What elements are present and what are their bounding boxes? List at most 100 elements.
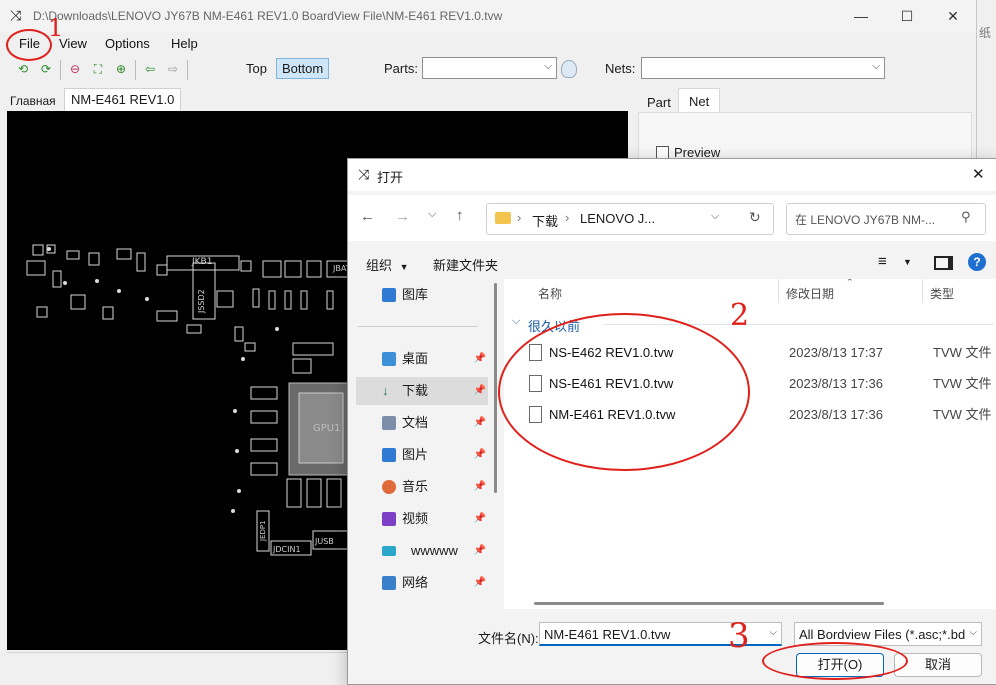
breadcrumb-separator: › [565, 210, 570, 225]
address-bar[interactable]: › 下载 › LENOVO J... ⌵ ↻ [486, 203, 774, 235]
annotation-step-3: 3 [728, 616, 750, 656]
nav-item-pictures[interactable]: 图片 📌 [356, 441, 488, 469]
file-type: TVW 文件 [933, 407, 992, 422]
nav-scrollbar[interactable] [494, 283, 497, 493]
chevron-down-icon[interactable]: ⌵ [769, 627, 777, 638]
annotation-circle-open-button [762, 642, 908, 680]
up-arrow-icon[interactable]: ↑ [456, 207, 464, 224]
group-chevron-icon[interactable]: ⌵ [512, 315, 520, 328]
rotate-right-icon[interactable]: ⟳ [37, 60, 55, 78]
search-input[interactable]: 在 LENOVO JY67B NM-... ⚲ [786, 203, 986, 235]
back-arrow-icon[interactable]: ← [360, 208, 375, 225]
menu-help[interactable]: Help [171, 36, 198, 51]
side-panel: Part Net Preview [638, 88, 973, 170]
gallery-icon [382, 288, 396, 302]
back-arrow-icon[interactable]: ⇦ [141, 60, 159, 78]
dialog-title-bar: ⤨ 打开 ✕ [348, 159, 996, 191]
preview-pane-icon[interactable] [934, 256, 953, 270]
tab-board-file[interactable]: NM-E461 REV1.0 [64, 88, 182, 111]
rotate-left-icon[interactable]: ⟲ [14, 60, 32, 78]
help-icon[interactable]: ? [968, 253, 986, 271]
toolbar-separator [187, 60, 188, 80]
breadcrumb-folder[interactable]: LENOVO J... [580, 211, 655, 226]
nav-item-desktop[interactable]: 桌面 📌 [356, 345, 488, 373]
folder-icon [382, 546, 396, 556]
nets-combobox[interactable]: ⌵ [641, 57, 885, 79]
caret-down-icon: ▼ [399, 262, 409, 272]
nav-item-videos[interactable]: 视频 📌 [356, 505, 488, 533]
column-header-type[interactable]: 类型 [930, 285, 954, 302]
forward-arrow-icon[interactable]: → [395, 208, 410, 225]
column-divider [778, 279, 779, 303]
label-jedp1: JEDP1 [259, 520, 267, 542]
maximize-button[interactable]: ☐ [884, 0, 930, 32]
forward-arrow-icon[interactable]: ⇨ [164, 60, 182, 78]
column-header-name[interactable]: 名称 [538, 285, 562, 302]
nav-item-label: wwwww [411, 543, 458, 558]
annotation-circle-file-list [498, 313, 750, 471]
nav-item-network[interactable]: 网络 📌 [356, 569, 488, 597]
annotation-step-2: 2 [730, 298, 750, 333]
annotation-circle-file-menu [6, 29, 52, 61]
organize-button[interactable]: 组织 ▼ [366, 255, 409, 274]
pin-icon: 📌 [473, 353, 486, 364]
chevron-down-icon[interactable]: ⌵ [967, 627, 977, 638]
bottom-side-toggle[interactable]: Bottom [276, 58, 330, 79]
nav-item-gallery[interactable]: 图库 [356, 281, 488, 309]
zoom-fit-icon[interactable]: ⛶ [89, 60, 107, 78]
breadcrumb-separator: › [517, 210, 522, 225]
command-bar: 组织 ▼ 新建文件夹 ≡ ▼ ? [348, 247, 996, 279]
nav-item-label: 视频 [402, 511, 429, 526]
pin-icon: 📌 [473, 577, 486, 588]
column-header-date[interactable]: 修改日期 [786, 285, 834, 302]
caret-down-icon[interactable]: ▼ [903, 257, 912, 267]
search-icon: ⚲ [961, 209, 971, 224]
navigation-pane: 图库 桌面 📌 ↓ 下载 📌 文档 📌 图片 📌 音乐 📌 视频 📌 wwwww… [348, 279, 503, 609]
chevron-down-icon[interactable]: ⌵ [711, 210, 719, 223]
nav-item-label: 音乐 [402, 479, 429, 494]
file-type: TVW 文件 [933, 376, 992, 391]
close-button[interactable]: ✕ [930, 0, 976, 32]
recent-dropdown-icon[interactable]: ⌵ [428, 208, 436, 221]
dialog-footer: 文件名(N): NM-E461 REV1.0.tvw ⌵ All Bordvie… [348, 611, 996, 684]
label-jusb: JUSB [314, 537, 334, 546]
minimize-button[interactable]: — [838, 0, 884, 32]
breadcrumb-downloads[interactable]: 下载 [532, 211, 558, 230]
dialog-close-button[interactable]: ✕ [972, 165, 985, 183]
tab-part[interactable]: Part [647, 95, 671, 110]
documents-icon [382, 416, 396, 430]
toolbar-separator [135, 60, 136, 80]
view-menu-icon[interactable]: ≡ [878, 253, 887, 270]
nav-item-music[interactable]: 音乐 📌 [356, 473, 488, 501]
address-row: ← → ⌵ ↑ › 下载 › LENOVO J... ⌵ ↻ 在 LENOVO … [348, 195, 996, 241]
top-side-toggle[interactable]: Top [246, 61, 267, 76]
nav-item-label: 网络 [402, 575, 429, 590]
nav-item-downloads[interactable]: ↓ 下载 📌 [356, 377, 488, 405]
parts-combobox[interactable]: ⌵ [422, 57, 557, 79]
title-bar: ⤨ D:\Downloads\LENOVO JY67B NM-E461 REV1… [0, 0, 976, 32]
pin-icon: 📌 [473, 513, 486, 524]
cancel-button[interactable]: 取消 [894, 653, 982, 677]
network-icon [382, 576, 396, 590]
nav-item-wwwww[interactable]: wwwww 📌 [356, 537, 488, 565]
horizontal-scrollbar[interactable] [534, 602, 884, 605]
nav-item-label: 文档 [402, 415, 429, 430]
lightbulb-icon[interactable] [561, 60, 577, 78]
nav-item-label: 桌面 [402, 351, 429, 366]
edge-text: 纸 [979, 26, 992, 40]
nets-label: Nets: [605, 61, 636, 76]
toolbar: ⟲ ⟳ ⊖ ⛶ ⊕ ⇦ ⇨ Top Bottom Parts: ⌵ Nets: … [0, 56, 976, 84]
pin-icon: 📌 [473, 417, 486, 428]
new-folder-button[interactable]: 新建文件夹 [433, 255, 498, 274]
search-placeholder: 在 LENOVO JY67B NM-... [795, 213, 936, 227]
sort-chevron-icon: ⌃ [846, 279, 854, 287]
zoom-in-icon[interactable]: ⊕ [112, 60, 130, 78]
zoom-out-icon[interactable]: ⊖ [66, 60, 84, 78]
menu-options[interactable]: Options [105, 36, 150, 51]
pin-icon: 📌 [473, 449, 486, 460]
refresh-icon[interactable]: ↻ [749, 209, 761, 226]
tab-net[interactable]: Net [678, 88, 721, 115]
pin-icon: 📌 [473, 481, 486, 492]
nav-item-documents[interactable]: 文档 📌 [356, 409, 488, 437]
tab-home[interactable]: Главная [4, 90, 62, 112]
